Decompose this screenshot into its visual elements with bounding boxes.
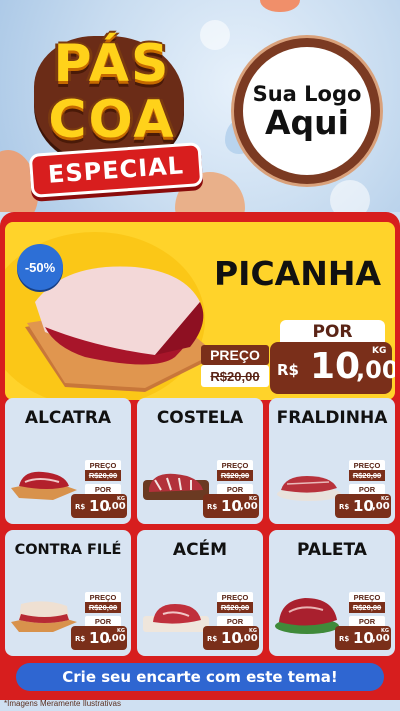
price-unit: KG xyxy=(117,496,125,502)
create-flyer-button[interactable]: Crie seu encarte com este tema! xyxy=(16,663,384,691)
preco-label: PREÇO xyxy=(201,345,269,365)
preco-label: PREÇO xyxy=(217,592,253,602)
product-card[interactable]: ALCATRA PREÇO R$20,00 POR R$ 10 ,00 KG xyxy=(5,398,131,524)
price-integer: 10 xyxy=(89,629,110,647)
price-integer: 10 xyxy=(310,346,361,387)
preco-label: PREÇO xyxy=(85,460,121,470)
por-label: POR xyxy=(280,320,385,344)
price-unit: KG xyxy=(381,496,389,502)
price-integer: 10 xyxy=(221,497,242,515)
preco-label: PREÇO xyxy=(85,592,121,602)
price-cents: ,00 xyxy=(108,501,126,512)
old-price: R$20,00 xyxy=(201,365,269,387)
price-unit: KG xyxy=(249,496,257,502)
logo-placeholder[interactable]: Sua Logo Aqui xyxy=(234,38,380,184)
old-price: R$20,00 xyxy=(85,470,121,481)
discount-badge: -50% xyxy=(17,244,63,290)
ribbon-text: ESPECIAL xyxy=(47,151,185,189)
price-unit: KG xyxy=(249,628,257,634)
bokeh-decoration xyxy=(330,180,370,212)
price-cents: ,00 xyxy=(372,633,390,644)
especial-ribbon: ESPECIAL xyxy=(28,142,204,198)
header: PÁS COA ESPECIAL Sua Logo Aqui xyxy=(0,0,400,212)
paleta-image xyxy=(275,598,339,634)
product-name: CONTRA FILÉ xyxy=(14,542,122,558)
preco-label: PREÇO xyxy=(217,460,253,470)
disclaimer-text: *Imagens Meramente Ilustrativas xyxy=(4,699,121,708)
bokeh-decoration xyxy=(200,20,230,50)
price-currency: R$ xyxy=(75,635,86,643)
price-unit: KG xyxy=(117,628,125,634)
product-card[interactable]: CONTRA FILÉ PREÇO R$20,00 POR R$ 10 ,00 … xyxy=(5,530,131,656)
price-cents: ,00 xyxy=(372,501,390,512)
price-cents: ,00 xyxy=(356,356,395,384)
price-unit: KG xyxy=(372,346,387,356)
product-name: FRALDINHA xyxy=(276,408,388,428)
old-price: R$20,00 xyxy=(349,470,385,481)
product-name: ACÉM xyxy=(172,540,228,560)
price-unit: KG xyxy=(381,628,389,634)
por-label: POR xyxy=(349,616,385,626)
price-integer: 10 xyxy=(353,629,374,647)
product-price: R$ 10 ,00 KG xyxy=(203,494,259,518)
product-card[interactable]: COSTELA PREÇO R$20,00 POR R$ 10 ,00 KG xyxy=(137,398,263,524)
product-name: ALCATRA xyxy=(24,408,112,428)
price-currency: R$ xyxy=(339,503,350,511)
offers-panel: -50% PICANHA POR PREÇO R$20,00 R$ 10 ,00… xyxy=(0,212,400,700)
title-line-1: PÁS xyxy=(53,34,171,94)
price-currency: R$ xyxy=(75,503,86,511)
contra-file-image xyxy=(11,601,77,632)
por-label: POR xyxy=(85,616,121,626)
preco-label: PREÇO xyxy=(349,460,385,470)
price-cents: ,00 xyxy=(240,501,258,512)
featured-product-name: PICANHA xyxy=(214,254,381,293)
product-price: R$ 10 ,00 KG xyxy=(71,626,127,650)
product-name: COSTELA xyxy=(156,408,244,428)
product-price: R$ 10 ,00 KG xyxy=(203,626,259,650)
alcatra-image xyxy=(11,471,77,500)
price-currency: R$ xyxy=(339,635,350,643)
price-cents: ,00 xyxy=(108,633,126,644)
old-price: R$20,00 xyxy=(85,602,121,613)
product-card[interactable]: FRALDINHA PREÇO R$20,00 POR R$ 10 ,00 KG xyxy=(269,398,395,524)
price-currency: R$ xyxy=(207,503,218,511)
logo-text-line-2: Aqui xyxy=(265,102,349,142)
featured-price: R$ 10 ,00 KG xyxy=(270,342,395,394)
price-currency: R$ xyxy=(207,635,218,643)
por-label: POR xyxy=(217,484,253,494)
price-currency: R$ xyxy=(277,361,299,379)
por-label: POR xyxy=(217,616,253,626)
price-integer: 10 xyxy=(89,497,110,515)
title-line-2: COA xyxy=(48,90,176,150)
product-card[interactable]: ACÉM PREÇO R$20,00 POR R$ 10 ,00 KG xyxy=(137,530,263,656)
old-price: R$20,00 xyxy=(217,602,253,613)
fraldinha-image xyxy=(277,476,341,501)
price-integer: 10 xyxy=(221,629,242,647)
acem-image xyxy=(143,604,209,632)
old-price: R$20,00 xyxy=(349,602,385,613)
por-label: POR xyxy=(349,484,385,494)
product-card[interactable]: PALETA PREÇO R$20,00 POR R$ 10 ,00 KG xyxy=(269,530,395,656)
price-cents: ,00 xyxy=(240,633,258,644)
old-price: R$20,00 xyxy=(217,470,253,481)
price-integer: 10 xyxy=(353,497,374,515)
product-price: R$ 10 ,00 KG xyxy=(335,626,391,650)
product-price: R$ 10 ,00 KG xyxy=(335,494,391,518)
pascoa-title-badge: PÁS COA ESPECIAL xyxy=(22,28,204,198)
costela-image xyxy=(143,473,209,500)
preco-label: PREÇO xyxy=(349,592,385,602)
product-name: PALETA xyxy=(297,540,367,560)
easter-egg-decoration xyxy=(260,0,300,12)
featured-offer-card[interactable]: -50% PICANHA POR PREÇO R$20,00 R$ 10 ,00… xyxy=(5,222,395,400)
por-label: POR xyxy=(85,484,121,494)
product-price: R$ 10 ,00 KG xyxy=(71,494,127,518)
